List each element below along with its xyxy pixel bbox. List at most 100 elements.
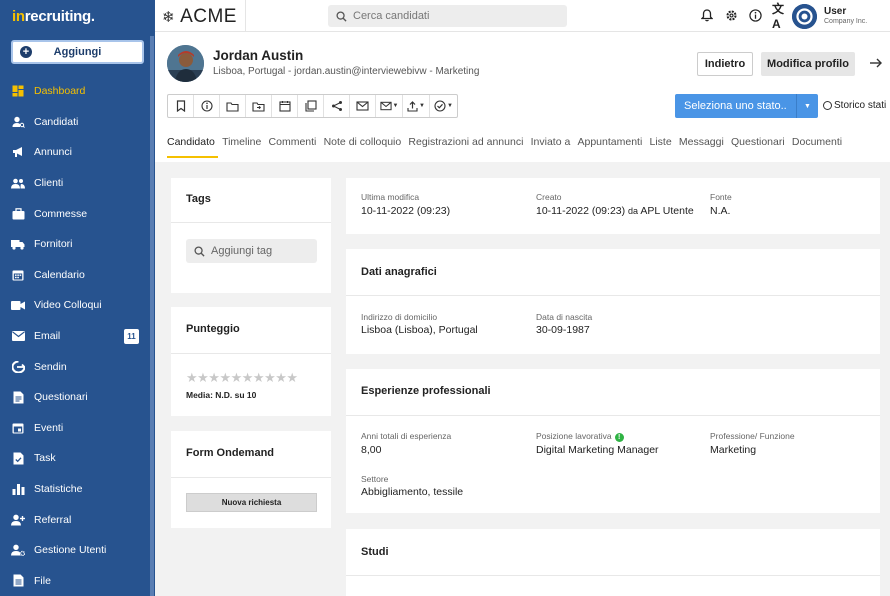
top-bar: ❄ ACME 文A User Company Inc. bbox=[155, 0, 890, 32]
gear-icon[interactable] bbox=[724, 8, 738, 22]
sidebar-item-statistiche[interactable]: Statistiche bbox=[0, 474, 155, 505]
sidebar-item-label: Clienti bbox=[34, 177, 64, 190]
meta-card: Ultima modifica 10-11-2022 (09:23) Creat… bbox=[346, 178, 880, 234]
tab-timeline[interactable]: Timeline bbox=[218, 136, 264, 158]
mail-dropdown-button[interactable]: ▼ bbox=[376, 95, 403, 117]
user-company: Company Inc. bbox=[824, 18, 868, 25]
tab-messaggi[interactable]: Messaggi bbox=[675, 136, 727, 158]
sidebar-item-questionari[interactable]: Questionari bbox=[0, 382, 155, 413]
sidebar-item-email[interactable]: Email 11 bbox=[0, 321, 155, 352]
calendar-button[interactable] bbox=[272, 95, 298, 117]
sidebar-scrollbar[interactable] bbox=[150, 36, 154, 596]
created-by: APL Utente bbox=[640, 205, 694, 217]
event-icon bbox=[11, 421, 25, 435]
sector-value: Abbigliamento, tessile bbox=[361, 486, 464, 498]
sector-label: Settore bbox=[361, 474, 389, 484]
mail-button[interactable] bbox=[350, 95, 376, 117]
users-icon bbox=[11, 176, 25, 190]
sidebar-item-label: Statistiche bbox=[34, 483, 83, 496]
created-label: Creato bbox=[536, 192, 562, 202]
info-button[interactable] bbox=[194, 95, 220, 117]
upload-dropdown-button[interactable]: ▼ bbox=[403, 95, 430, 117]
arrow-right-icon[interactable] bbox=[869, 56, 883, 70]
studies-title: Studi bbox=[361, 546, 389, 558]
divider bbox=[245, 0, 246, 32]
sidebar-item-label: Annunci bbox=[34, 146, 72, 159]
sidebar-item-file[interactable]: File bbox=[0, 566, 155, 596]
sidebar-item-calendario[interactable]: Calendario bbox=[0, 260, 155, 291]
folder-icon bbox=[226, 101, 239, 112]
history-link[interactable]: Storico stati bbox=[823, 100, 886, 111]
address-label: Indirizzo di domicilio bbox=[361, 312, 438, 322]
avatar[interactable] bbox=[792, 4, 817, 29]
sidebar-item-gestione-utenti[interactable]: Gestione Utenti bbox=[0, 535, 155, 566]
experience-title: Esperienze professionali bbox=[361, 385, 491, 397]
sidebar-item-label: Gestione Utenti bbox=[34, 544, 107, 557]
divider bbox=[171, 353, 331, 354]
share-button[interactable] bbox=[324, 95, 350, 117]
profession-value: Marketing bbox=[710, 444, 757, 456]
sidebar-item-eventi[interactable]: Eventi bbox=[0, 413, 155, 444]
sidebar-item-candidati[interactable]: Candidati bbox=[0, 107, 155, 138]
created-value: 10-11-2022 (09:23) da APL Utente bbox=[536, 205, 694, 217]
folder-move-button[interactable] bbox=[246, 95, 272, 117]
add-button[interactable]: + Aggiungi bbox=[11, 40, 144, 64]
tab-liste[interactable]: Liste bbox=[646, 136, 675, 158]
modified-label: Ultima modifica bbox=[361, 192, 420, 202]
check-circle-icon bbox=[434, 100, 446, 112]
top-icons: 文A bbox=[700, 2, 786, 31]
megaphone-icon bbox=[11, 145, 25, 159]
state-select-label: Seleziona uno stato.. bbox=[684, 100, 787, 112]
info-icon[interactable] bbox=[748, 8, 762, 22]
send-icon bbox=[11, 360, 25, 374]
copy-button[interactable] bbox=[298, 95, 324, 117]
sidebar-item-commesse[interactable]: Commesse bbox=[0, 198, 155, 229]
edit-profile-button[interactable]: Modifica profilo bbox=[761, 52, 855, 76]
address-value: Lisboa (Lisboa), Portugal bbox=[361, 324, 478, 336]
sidebar-item-annunci[interactable]: Annunci bbox=[0, 137, 155, 168]
tab-appuntamenti[interactable]: Appuntamenti bbox=[574, 136, 646, 158]
add-button-label: Aggiungi bbox=[53, 46, 102, 58]
sidebar-item-task[interactable]: Task bbox=[0, 443, 155, 474]
search-input[interactable] bbox=[353, 10, 553, 22]
sidebar-item-dashboard[interactable]: Dashboard bbox=[0, 76, 155, 107]
video-icon bbox=[11, 298, 25, 312]
form-title: Form Ondemand bbox=[186, 447, 275, 459]
tab-candidato[interactable]: Candidato bbox=[167, 136, 219, 158]
status-dropdown-button[interactable]: ▼ bbox=[430, 95, 457, 117]
candidate-tabs: Candidato Timeline Commenti Note di colloqu… bbox=[167, 136, 846, 158]
tag-search[interactable] bbox=[186, 239, 317, 263]
tag-input[interactable] bbox=[211, 245, 311, 257]
tab-registrazioni-ad-annunci[interactable]: Registrazioni ad annunci bbox=[405, 136, 527, 158]
sidebar-item-video-colloqui[interactable]: Video Colloqui bbox=[0, 290, 155, 321]
tab-documenti[interactable]: Documenti bbox=[788, 136, 845, 158]
search-box[interactable] bbox=[328, 5, 567, 27]
brand-prefix: in bbox=[12, 7, 25, 25]
sidebar-item-clienti[interactable]: Clienti bbox=[0, 168, 155, 199]
new-request-button[interactable]: Nuova richiesta bbox=[186, 493, 317, 512]
sidebar-item-referral[interactable]: Referral bbox=[0, 504, 155, 535]
company-logo[interactable]: ❄ ACME bbox=[162, 6, 237, 28]
birth-date-value: 30-09-1987 bbox=[536, 324, 590, 336]
folder-button[interactable] bbox=[220, 95, 246, 117]
tab-inviato-a[interactable]: Inviato a bbox=[527, 136, 574, 158]
tab-questionari[interactable]: Questionari bbox=[727, 136, 788, 158]
sidebar-item-sendin[interactable]: Sendin bbox=[0, 351, 155, 382]
years-label: Anni totali di esperienza bbox=[361, 431, 452, 441]
score-card: Punteggio ★★★★★★★★★★ Media: N.D. su 10 bbox=[171, 307, 331, 416]
tab-commenti[interactable]: Commenti bbox=[265, 136, 320, 158]
sidebar-item-fornitori[interactable]: Fornitori bbox=[0, 229, 155, 260]
divider bbox=[171, 477, 331, 478]
bookmark-button[interactable] bbox=[168, 95, 194, 117]
brand-logo[interactable]: in recruiting. bbox=[0, 0, 155, 32]
folder-move-icon bbox=[252, 101, 265, 112]
tab-note-di-colloquio[interactable]: Note di colloquio bbox=[320, 136, 405, 158]
back-button[interactable]: Indietro bbox=[697, 52, 753, 76]
rating-stars[interactable]: ★★★★★★★★★★ bbox=[186, 370, 298, 386]
sidebar-item-label: Commesse bbox=[34, 207, 88, 220]
sidebar-item-label: Eventi bbox=[34, 421, 64, 434]
bell-icon[interactable] bbox=[700, 8, 714, 22]
state-select[interactable]: Seleziona uno stato.. ▼ bbox=[675, 94, 818, 118]
user-name[interactable]: User bbox=[824, 6, 846, 17]
translate-icon[interactable]: 文A bbox=[772, 2, 786, 31]
